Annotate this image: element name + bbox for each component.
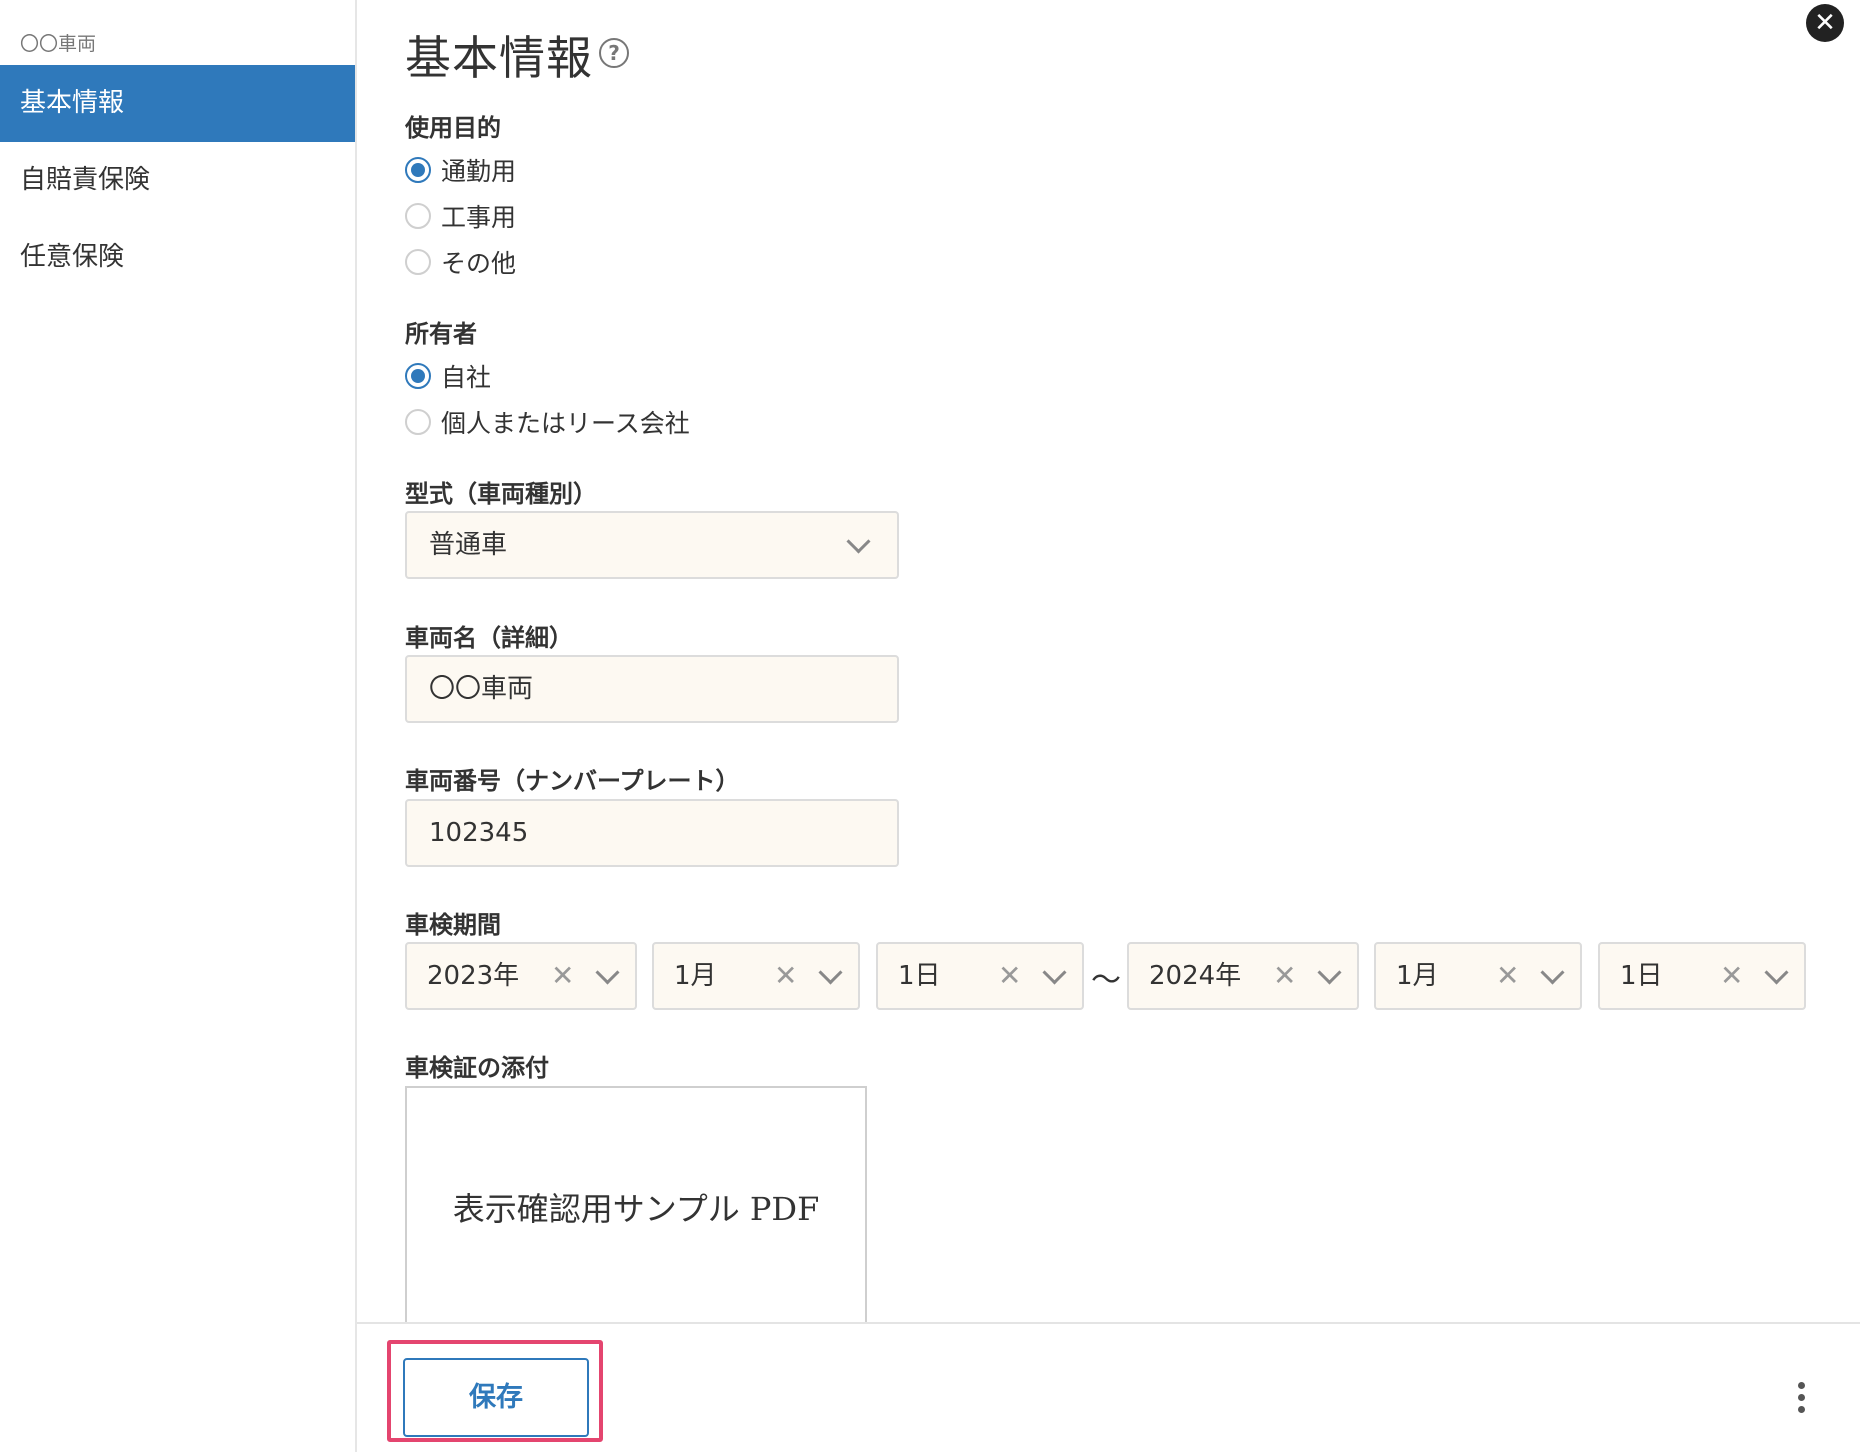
end-year-select[interactable]: 2024年 ✕ <box>1127 942 1359 1010</box>
start-day-value: 1日 <box>898 961 941 991</box>
start-month-select[interactable]: 1月 ✕ <box>652 942 860 1010</box>
main-content: 基本情報 ? ✕ 使用目的 通勤用 工事用 その他 所有者 自社 個人またはリー… <box>357 0 1860 1326</box>
radio-unchecked-icon[interactable] <box>405 249 431 275</box>
more-options-icon[interactable] <box>1798 1382 1806 1414</box>
usage-label: 使用目的 <box>405 114 501 142</box>
radio-unchecked-icon[interactable] <box>405 409 431 435</box>
end-month-select[interactable]: 1月 ✕ <box>1374 942 1582 1010</box>
model-select[interactable]: 普通車 <box>405 511 899 579</box>
chevron-down-icon <box>595 960 620 985</box>
radio-label: 個人またはリース会社 <box>441 409 690 438</box>
chevron-down-icon <box>1317 960 1342 985</box>
clear-icon[interactable]: ✕ <box>1496 944 1519 1008</box>
close-icon[interactable]: ✕ <box>1806 4 1844 42</box>
clear-icon[interactable]: ✕ <box>1273 944 1296 1008</box>
pdf-preview[interactable]: 表示確認用サンプル PDF <box>405 1086 867 1326</box>
radio-label: 通勤用 <box>441 157 517 186</box>
sidebar-item-voluntary-insurance[interactable]: 任意保険 <box>0 219 355 296</box>
chevron-down-icon <box>1540 960 1565 985</box>
owner-label: 所有者 <box>405 320 477 348</box>
vehicle-number-input[interactable]: 102345 <box>405 799 899 867</box>
start-year-value: 2023年 <box>427 961 520 991</box>
end-year-value: 2024年 <box>1149 961 1242 991</box>
vehicle-number-label: 車両番号（ナンバープレート） <box>405 767 740 795</box>
radio-usage-other[interactable]: その他 <box>405 245 516 279</box>
clear-icon[interactable]: ✕ <box>1720 944 1743 1008</box>
attachment-label: 車検証の添付 <box>405 1054 549 1082</box>
radio-unchecked-icon[interactable] <box>405 203 431 229</box>
radio-checked-icon[interactable] <box>405 157 431 183</box>
radio-label: その他 <box>441 249 517 278</box>
help-icon[interactable]: ? <box>599 38 629 68</box>
start-day-select[interactable]: 1日 ✕ <box>876 942 1084 1010</box>
vehicle-name-label: 車両名（詳細） <box>405 624 573 652</box>
radio-usage-construction[interactable]: 工事用 <box>405 199 516 233</box>
radio-label: 自社 <box>441 363 492 392</box>
chevron-down-icon <box>1764 960 1789 985</box>
sidebar-header: 〇〇車両 <box>20 33 97 55</box>
sidebar-item-compulsory-insurance[interactable]: 自賠責保険 <box>0 142 355 219</box>
clear-icon[interactable]: ✕ <box>551 944 574 1008</box>
model-label: 型式（車両種別） <box>405 480 597 508</box>
end-day-value: 1日 <box>1620 961 1663 991</box>
end-month-value: 1月 <box>1396 961 1439 991</box>
radio-owner-company[interactable]: 自社 <box>405 359 491 393</box>
end-day-select[interactable]: 1日 ✕ <box>1598 942 1806 1010</box>
chevron-down-icon <box>818 960 843 985</box>
sidebar-item-basic-info[interactable]: 基本情報 <box>0 65 355 142</box>
sidebar: 〇〇車両 基本情報 自賠責保険 任意保険 <box>0 0 357 1452</box>
chevron-down-icon <box>846 529 871 554</box>
page-title: 基本情報 <box>405 31 593 85</box>
inspection-period-label: 車検期間 <box>405 911 501 939</box>
clear-icon[interactable]: ✕ <box>774 944 797 1008</box>
pdf-preview-text: 表示確認用サンプル PDF <box>452 1190 820 1228</box>
period-separator: 〜 <box>1091 963 1121 998</box>
clear-icon[interactable]: ✕ <box>998 944 1021 1008</box>
save-button[interactable]: 保存 <box>403 1358 589 1437</box>
radio-label: 工事用 <box>441 203 517 232</box>
chevron-down-icon <box>1042 960 1067 985</box>
model-select-value: 普通車 <box>429 530 508 560</box>
vehicle-name-input[interactable]: 〇〇車両 <box>405 655 899 723</box>
start-month-value: 1月 <box>674 961 717 991</box>
start-year-select[interactable]: 2023年 ✕ <box>405 942 637 1010</box>
radio-owner-individual-lease[interactable]: 個人またはリース会社 <box>405 405 690 439</box>
footer-bar: 保存 <box>357 1322 1860 1454</box>
radio-usage-commute[interactable]: 通勤用 <box>405 153 516 187</box>
radio-checked-icon[interactable] <box>405 363 431 389</box>
